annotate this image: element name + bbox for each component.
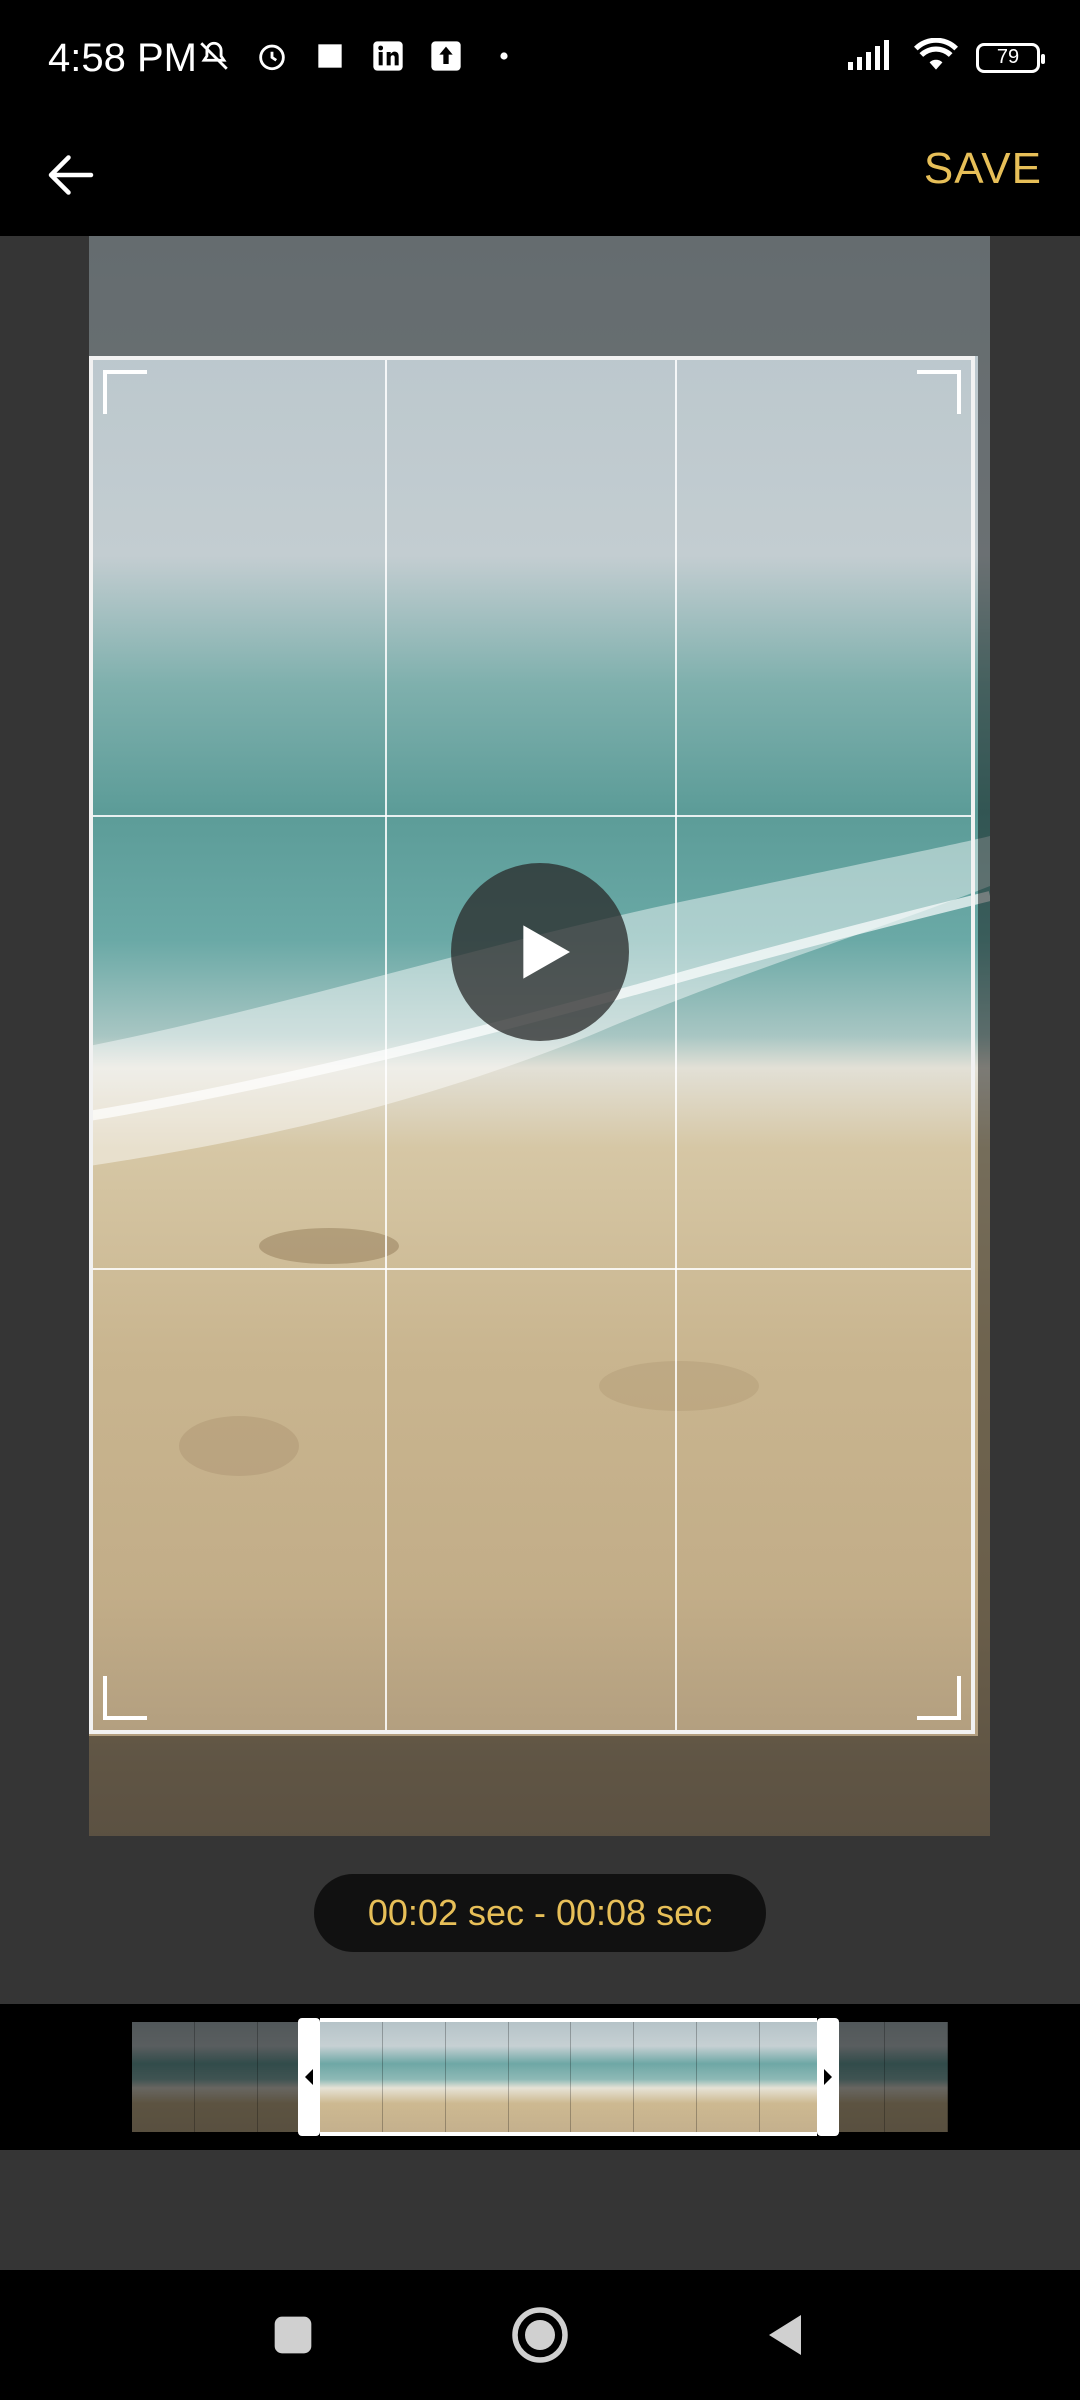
play-icon bbox=[523, 925, 570, 979]
wifi-icon bbox=[914, 37, 958, 77]
timeline-selection bbox=[319, 2018, 818, 2136]
status-time: 4:58 PM bbox=[48, 36, 197, 80]
crop-corner-bottom-right[interactable] bbox=[917, 1676, 961, 1720]
empty-panel bbox=[0, 2150, 1080, 2270]
trim-handle-right[interactable] bbox=[817, 2018, 840, 2136]
trim-handle-left[interactable] bbox=[297, 2018, 320, 2136]
crop-corner-bottom-left[interactable] bbox=[103, 1676, 147, 1720]
grid-line-vertical-1 bbox=[385, 360, 387, 1730]
dot-icon bbox=[486, 38, 522, 74]
upload-icon bbox=[428, 38, 464, 74]
toolbar: SAVE bbox=[0, 120, 1080, 236]
back-nav-button[interactable] bbox=[750, 2300, 820, 2370]
recents-button[interactable] bbox=[258, 2300, 328, 2370]
video-preview[interactable] bbox=[89, 236, 990, 1836]
chevron-left-icon bbox=[304, 2069, 313, 2085]
crop-corner-top-left[interactable] bbox=[103, 370, 147, 414]
crop-frame[interactable] bbox=[89, 356, 975, 1734]
crop-dim-right bbox=[978, 356, 990, 1736]
play-button[interactable] bbox=[451, 863, 629, 1041]
timeline-dim-left bbox=[132, 2022, 320, 2132]
status-icons-right: 79 bbox=[848, 37, 1045, 77]
save-button[interactable]: SAVE bbox=[924, 144, 1042, 194]
grid-line-horizontal-2 bbox=[93, 1268, 971, 1270]
signal-icon bbox=[848, 40, 896, 75]
square-recents-icon bbox=[274, 2316, 312, 2354]
chevron-right-icon bbox=[824, 2069, 833, 2085]
linkedin-icon bbox=[370, 38, 406, 74]
triangle-back-icon bbox=[769, 2315, 801, 2355]
status-icons-left bbox=[196, 38, 522, 74]
arrow-left-icon bbox=[48, 155, 94, 195]
home-button[interactable] bbox=[505, 2300, 575, 2370]
time-range-label: 00:02 sec - 00:08 sec bbox=[314, 1874, 766, 1952]
crop-corner-top-right[interactable] bbox=[917, 370, 961, 414]
battery-level: 79 bbox=[996, 46, 1020, 68]
battery-icon: 79 bbox=[976, 42, 1045, 73]
square-icon bbox=[312, 38, 348, 74]
back-button[interactable] bbox=[36, 130, 106, 220]
alarm-icon bbox=[254, 38, 290, 74]
timeline-trimmer[interactable] bbox=[0, 2004, 1080, 2150]
system-nav-bar bbox=[0, 2270, 1080, 2400]
circle-home-icon bbox=[512, 2307, 568, 2363]
mute-icon bbox=[196, 38, 232, 74]
crop-dim-top bbox=[89, 236, 990, 356]
grid-line-horizontal-1 bbox=[93, 815, 971, 817]
status-bar: 4:58 PM 79 bbox=[0, 0, 1080, 120]
crop-dim-bottom bbox=[89, 1736, 990, 1836]
grid-line-vertical-2 bbox=[675, 360, 677, 1730]
